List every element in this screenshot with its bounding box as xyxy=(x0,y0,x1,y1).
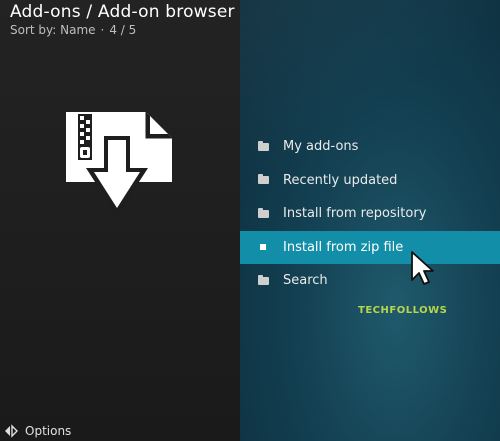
separator: · xyxy=(100,23,105,37)
menu-item-install-from-zip-file[interactable]: Install from zip file xyxy=(240,230,500,264)
addon-menu: My add-ons Recently updated Install from… xyxy=(240,130,500,298)
header: Add-ons / Add-on browser Sort by: Name · 4… xyxy=(10,2,235,37)
folder-icon xyxy=(258,274,269,285)
menu-item-recently-updated[interactable]: Recently updated xyxy=(240,164,500,198)
folder-icon xyxy=(258,140,269,151)
bullet-icon xyxy=(260,244,266,251)
menu-item-search[interactable]: Search xyxy=(240,264,500,298)
left-pane xyxy=(0,0,240,441)
watermark: TECHFOLLOWS xyxy=(358,305,448,316)
menu-item-my-addons[interactable]: My add-ons xyxy=(240,130,500,164)
menu-item-install-from-repository[interactable]: Install from repository xyxy=(240,197,500,231)
sort-status: Sort by: Name · 4 / 5 xyxy=(10,23,235,37)
options-icon[interactable] xyxy=(3,423,19,439)
footer: Options xyxy=(0,421,500,441)
item-position: 4 / 5 xyxy=(109,23,137,37)
folder-icon xyxy=(258,207,269,218)
mouse-cursor-icon xyxy=(411,251,434,285)
menu-item-label: Search xyxy=(283,273,328,289)
page-title: Add-ons / Add-on browser xyxy=(10,2,235,22)
folder-icon xyxy=(258,174,269,185)
menu-item-label: Install from zip file xyxy=(283,239,404,255)
menu-item-label: Recently updated xyxy=(283,172,398,188)
zip-download-icon xyxy=(66,112,172,216)
menu-item-label: Install from repository xyxy=(283,206,427,222)
sort-label: Sort by: Name xyxy=(10,23,96,37)
menu-item-label: My add-ons xyxy=(283,139,359,155)
options-label[interactable]: Options xyxy=(25,424,71,438)
